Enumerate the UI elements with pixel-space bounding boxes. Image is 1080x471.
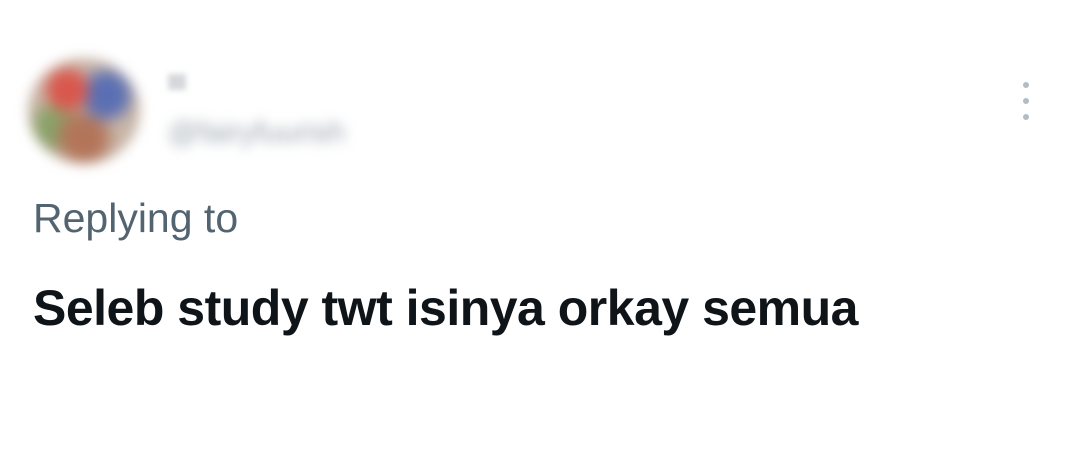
replying-to-label: Replying to <box>33 195 239 241</box>
user-handle[interactable]: @fairyfuurish <box>168 114 468 152</box>
tweet-card: @fairyfuurish Replying to Seleb study tw… <box>0 0 1080 471</box>
more-dot-icon <box>1023 98 1029 104</box>
more-dot-icon <box>1023 114 1029 120</box>
display-name[interactable] <box>168 74 186 90</box>
tweet-text: Seleb study twt isinya orkay semua <box>33 280 859 336</box>
more-options-button[interactable] <box>1012 82 1040 120</box>
more-dot-icon <box>1023 82 1029 88</box>
avatar[interactable] <box>28 58 140 164</box>
